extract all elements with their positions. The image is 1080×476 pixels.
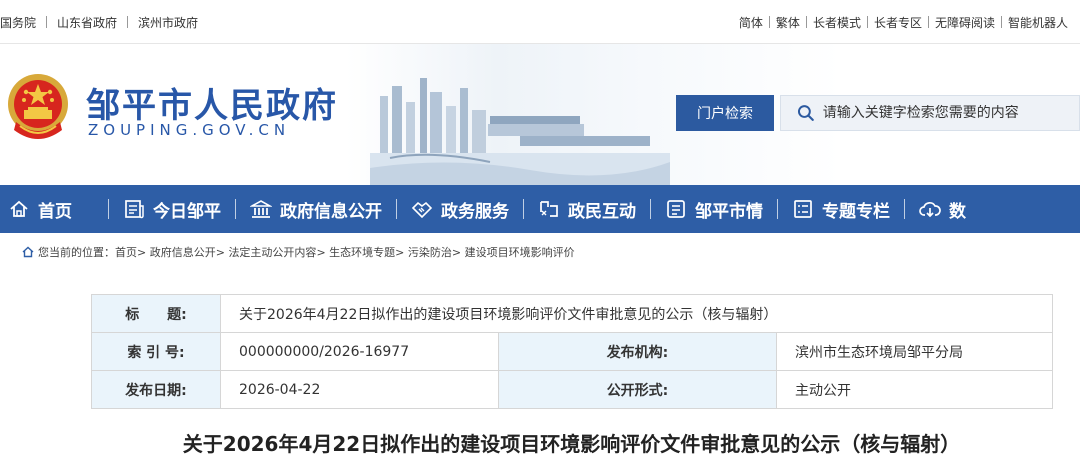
link-shandong-gov[interactable]: 山东省政府: [57, 14, 117, 31]
form-value: 主动公开: [776, 370, 1053, 409]
portal-search-button[interactable]: 门户检索: [676, 95, 774, 131]
divider: [805, 16, 807, 28]
table-row: 发布日期: 2026-04-22 公开形式: 主动公开: [91, 370, 1053, 409]
main-nav: 首页 今日邹平 政府信息公开 政务服务 政民互动 邹平市情 专题专栏 数: [0, 185, 1080, 233]
breadcrumb: 您当前的位置： 首页 > 政府信息公开 > 法定主动公开内容 > 生态环境专题 …: [22, 244, 575, 260]
divider: [235, 199, 236, 219]
link-accessible-reading[interactable]: 无障碍阅读: [935, 14, 995, 31]
document-info-table: 标 题: 关于2026年4月22日拟作出的建设项目环境影响评价文件审批意见的公示…: [91, 294, 1053, 409]
date-label: 发布日期:: [91, 370, 221, 409]
site-domain: ZOUPING.GOV.CN: [88, 121, 291, 139]
divider: [866, 16, 868, 28]
top-left-links: 国务院 山东省政府 滨州市政府: [0, 0, 198, 44]
nav-item-city-info[interactable]: 邹平市情: [665, 185, 763, 233]
nav-label: 首页: [38, 201, 72, 222]
date-value: 2026-04-22: [220, 370, 499, 409]
breadcrumb-item[interactable]: 建设项目环境影响评价: [465, 244, 575, 260]
divider: [1000, 16, 1002, 28]
government-building-icon: [250, 200, 272, 218]
link-binzhou-gov[interactable]: 滨州市政府: [138, 14, 198, 31]
handshake-icon: [411, 201, 433, 219]
divider: [768, 16, 770, 28]
breadcrumb-separator: >: [215, 245, 225, 259]
breadcrumb-separator: >: [395, 245, 405, 259]
nav-item-home[interactable]: 首页: [8, 185, 72, 233]
nav-label: 政民互动: [568, 201, 636, 222]
interaction-icon: [540, 201, 558, 217]
list-icon: [794, 200, 812, 218]
nav-label: 邹平市情: [695, 201, 763, 222]
publisher-label: 发布机构:: [498, 332, 777, 371]
cloud-download-icon: [919, 202, 941, 218]
link-simplified[interactable]: 简体: [739, 14, 763, 31]
divider: [650, 199, 651, 219]
site-title: 邹平市人民政府: [86, 86, 338, 126]
national-emblem-icon: [8, 74, 68, 139]
search-box: [780, 95, 1080, 131]
nav-item-interaction[interactable]: 政民互动: [538, 185, 636, 233]
index-label: 索 引 号:: [91, 332, 221, 371]
site-header: 邹平市人民政府 ZOUPING.GOV.CN 门户检索: [0, 44, 1080, 185]
link-elder-zone[interactable]: 长者专区: [874, 14, 922, 31]
breadcrumb-item[interactable]: 污染防治: [408, 244, 452, 260]
breadcrumb-item[interactable]: 生态环境专题: [329, 244, 395, 260]
divider: [904, 199, 905, 219]
link-elder-mode[interactable]: 长者模式: [813, 14, 861, 31]
divider: [777, 199, 778, 219]
breadcrumb-separator: >: [316, 245, 326, 259]
breadcrumb-item[interactable]: 政府信息公开: [150, 244, 216, 260]
index-value: 000000000/2026-16977: [220, 332, 499, 371]
publisher-value: 滨州市生态环境局邹平分局: [776, 332, 1053, 371]
nav-label: 政务服务: [441, 201, 509, 222]
info-card-icon: [667, 200, 685, 218]
table-row: 标 题: 关于2026年4月22日拟作出的建设项目环境影响评价文件审批意见的公示…: [91, 294, 1053, 333]
city-skyline-banner: [370, 78, 670, 185]
title-value: 关于2026年4月22日拟作出的建设项目环境影响评价文件审批意见的公示（核与辐射…: [220, 294, 1053, 333]
newspaper-icon: [125, 200, 144, 219]
nav-item-special-topics[interactable]: 专题专栏: [792, 185, 890, 233]
title-label: 标 题:: [91, 294, 221, 333]
search-input[interactable]: [822, 105, 1079, 121]
breadcrumb-prefix: 您当前的位置：: [38, 246, 115, 259]
breadcrumb-separator: >: [137, 245, 147, 259]
nav-label: 今日邹平: [153, 201, 221, 222]
top-right-links: 简体 繁体 长者模式 长者专区 无障碍阅读 智能机器人: [739, 0, 1068, 44]
form-label: 公开形式:: [498, 370, 777, 409]
divider: [396, 199, 397, 219]
breadcrumb-item[interactable]: 法定主动公开内容: [228, 244, 316, 260]
top-utility-bar: 国务院 山东省政府 滨州市政府 简体 繁体 长者模式 长者专区 无障碍阅读 智能…: [0, 0, 1080, 44]
link-traditional[interactable]: 繁体: [776, 14, 800, 31]
nav-item-gov-service[interactable]: 政务服务: [411, 185, 509, 233]
table-row: 索 引 号: 000000000/2026-16977 发布机构: 滨州市生态环…: [91, 332, 1053, 371]
nav-item-data[interactable]: 数: [919, 185, 966, 233]
divider: [108, 199, 109, 219]
nav-label: 数: [949, 201, 966, 222]
home-icon: [22, 246, 34, 258]
divider: [523, 199, 524, 219]
link-state-council[interactable]: 国务院: [0, 14, 36, 31]
nav-item-today[interactable]: 今日邹平: [123, 185, 221, 233]
divider: [127, 16, 129, 28]
breadcrumb-separator: >: [451, 245, 462, 259]
divider: [927, 16, 929, 28]
search-icon[interactable]: [797, 104, 815, 122]
nav-label: 专题专栏: [822, 201, 890, 222]
home-icon: [10, 200, 28, 217]
document-title: 关于2026年4月22日拟作出的建设项目环境影响评价文件审批意见的公示（核与辐射…: [182, 432, 961, 456]
nav-item-gov-info[interactable]: 政府信息公开: [250, 185, 382, 233]
divider: [46, 16, 48, 28]
link-smart-robot[interactable]: 智能机器人: [1008, 14, 1068, 31]
breadcrumb-item[interactable]: 首页: [115, 244, 137, 260]
nav-label: 政府信息公开: [280, 201, 382, 222]
